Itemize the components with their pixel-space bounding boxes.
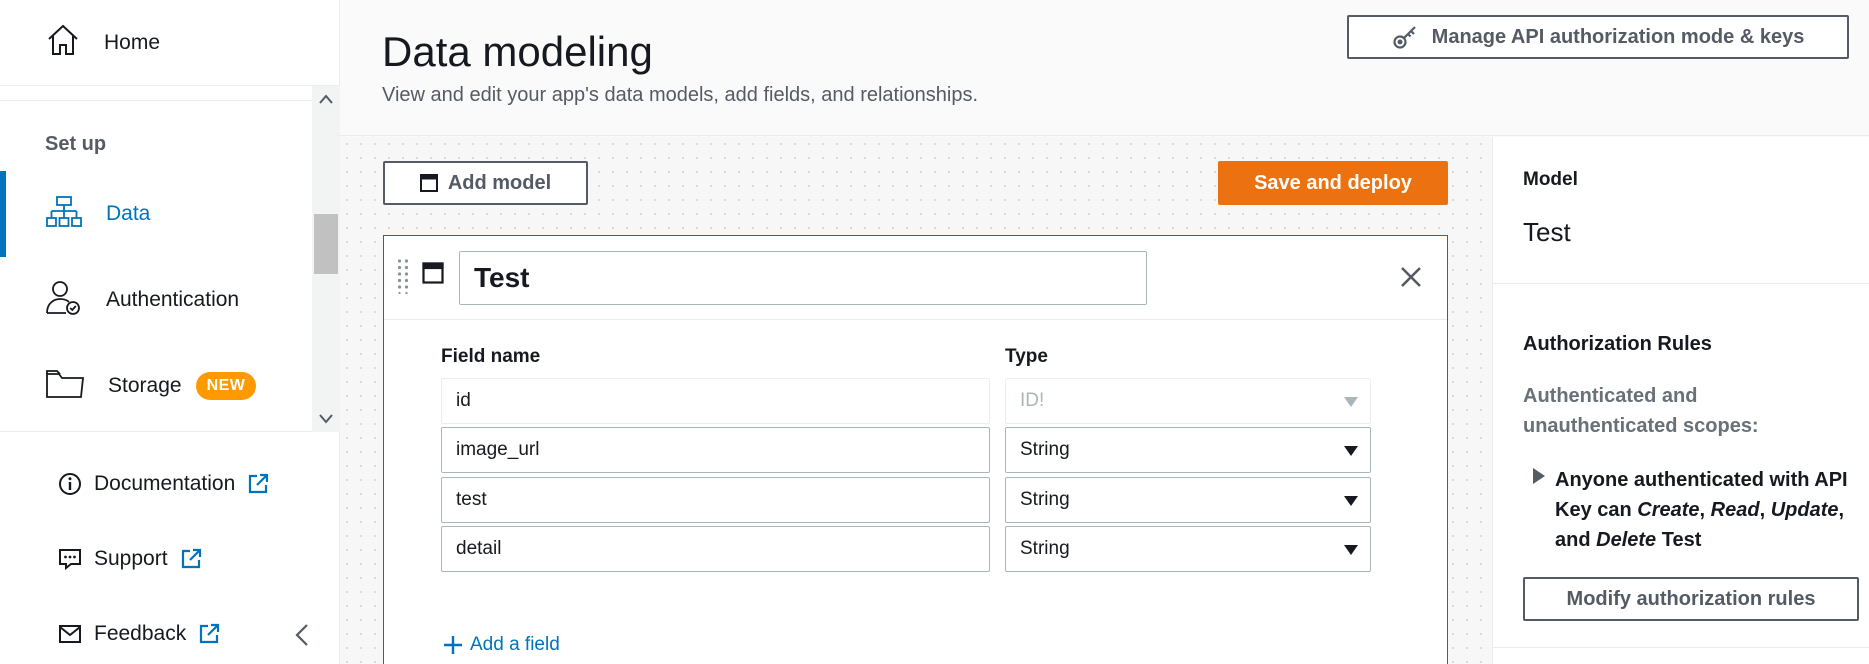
field-name-input[interactable] bbox=[441, 477, 990, 523]
field-type-select[interactable]: String bbox=[1005, 477, 1371, 523]
save-and-deploy-button[interactable]: Save and deploy bbox=[1218, 161, 1448, 205]
support-link[interactable]: Support bbox=[58, 547, 202, 571]
field-row: String bbox=[441, 526, 1381, 572]
caret-down-icon bbox=[1344, 496, 1358, 506]
info-icon bbox=[59, 473, 81, 495]
plus-icon bbox=[444, 636, 462, 654]
sidebar-section-label: Set up bbox=[45, 133, 107, 155]
authorization-rule-item[interactable]: Anyone authenticated with API Key can Cr… bbox=[1533, 465, 1853, 555]
field-row: String bbox=[441, 477, 1381, 523]
field-type-select[interactable]: String bbox=[1005, 427, 1371, 473]
scope-label: Authenticated and unauthenticated scopes… bbox=[1523, 385, 1759, 437]
type-column-header: Type bbox=[1005, 346, 1048, 367]
caret-right-icon bbox=[1533, 468, 1545, 484]
drag-handle-icon[interactable] bbox=[396, 258, 410, 299]
sidebar-item-label: Storage bbox=[108, 374, 182, 397]
model-details-panel: Model Test Authorization Rules Authentic… bbox=[1492, 137, 1869, 664]
field-name-column-header: Field name bbox=[441, 346, 541, 367]
model-card: Field name Type ID! String Strin bbox=[383, 235, 1448, 664]
window-icon bbox=[419, 174, 438, 192]
add-field-label: Add a field bbox=[470, 634, 560, 655]
feedback-label: Feedback bbox=[94, 622, 187, 645]
collapse-sidebar-button[interactable] bbox=[290, 620, 314, 650]
field-name-input[interactable] bbox=[441, 427, 990, 473]
documentation-label: Documentation bbox=[94, 472, 236, 495]
modify-authorization-rules-button[interactable]: Modify authorization rules bbox=[1523, 577, 1859, 621]
sidebar-item-label: Authentication bbox=[106, 288, 240, 311]
mail-icon bbox=[59, 625, 81, 643]
chat-icon bbox=[59, 549, 81, 571]
sidebar-scrollbar[interactable] bbox=[312, 86, 340, 432]
sidebar-item-label: Home bbox=[104, 30, 161, 54]
sidebar-nav: Set up Data Authentication Storage NEW bbox=[0, 100, 312, 420]
field-row: String bbox=[441, 427, 1381, 473]
chevron-up-icon bbox=[319, 94, 333, 104]
page-title: Data modeling bbox=[382, 28, 653, 75]
external-link-icon bbox=[200, 623, 220, 644]
field-type-select: ID! bbox=[1005, 378, 1371, 424]
field-type-select[interactable]: String bbox=[1005, 526, 1371, 572]
sidebar-scroll-area: Set up Data Authentication Storage NEW bbox=[0, 86, 340, 432]
add-model-button[interactable]: Add model bbox=[383, 161, 588, 205]
new-badge: NEW bbox=[195, 372, 257, 400]
model-name-input[interactable] bbox=[459, 251, 1147, 305]
documentation-link[interactable]: Documentation bbox=[58, 472, 269, 496]
field-name-input bbox=[441, 378, 990, 424]
sidebar-item-storage[interactable]: Storage NEW bbox=[0, 343, 312, 429]
chevron-down-icon bbox=[319, 414, 333, 424]
modeling-canvas: Add model Save and deploy Field name Typ… bbox=[340, 137, 1492, 664]
sidebar-item-authentication[interactable]: Authentication bbox=[0, 257, 312, 343]
main-content: Data modeling View and edit your app's d… bbox=[340, 0, 1869, 664]
authorization-rules-heading: Authorization Rules bbox=[1523, 333, 1712, 355]
user-check-icon bbox=[46, 280, 82, 321]
caret-down-icon bbox=[1344, 397, 1358, 407]
sidebar-item-data[interactable]: Data bbox=[0, 171, 312, 257]
caret-down-icon bbox=[1344, 545, 1358, 555]
chevron-left-icon bbox=[295, 624, 308, 646]
scrollbar-thumb[interactable] bbox=[314, 214, 338, 274]
divider bbox=[1493, 283, 1869, 284]
field-name-input[interactable] bbox=[441, 526, 990, 572]
manage-api-auth-label: Manage API authorization mode & keys bbox=[1431, 25, 1805, 48]
key-icon bbox=[1393, 26, 1416, 49]
support-label: Support bbox=[94, 547, 168, 570]
field-type-value: String bbox=[1020, 439, 1070, 460]
add-field-button[interactable]: Add a field bbox=[442, 634, 560, 656]
sidebar: Home Set up Data Authentication Storage … bbox=[0, 0, 340, 664]
external-link-icon bbox=[181, 548, 201, 569]
scroll-down-button[interactable] bbox=[312, 406, 340, 432]
page-header: Data modeling View and edit your app's d… bbox=[340, 0, 1869, 136]
authorization-rule-text: Anyone authenticated with API Key can Cr… bbox=[1555, 469, 1848, 551]
field-type-value: ID! bbox=[1020, 390, 1045, 411]
caret-down-icon bbox=[1344, 446, 1358, 456]
sidebar-item-home[interactable]: Home bbox=[0, 0, 340, 86]
field-type-value: String bbox=[1020, 489, 1070, 510]
field-row: ID! bbox=[441, 378, 1381, 424]
feedback-link[interactable]: Feedback bbox=[58, 622, 220, 646]
sidebar-item-label: Data bbox=[106, 202, 151, 225]
close-icon[interactable] bbox=[1400, 266, 1422, 293]
model-window-icon bbox=[422, 262, 444, 289]
data-model-icon bbox=[46, 195, 82, 234]
home-icon bbox=[46, 23, 80, 62]
manage-api-auth-button[interactable]: Manage API authorization mode & keys bbox=[1347, 15, 1849, 59]
scroll-up-button[interactable] bbox=[312, 86, 340, 112]
divider bbox=[1493, 647, 1869, 648]
page-subtitle: View and edit your app's data models, ad… bbox=[382, 84, 979, 106]
model-card-header bbox=[384, 236, 1447, 320]
field-type-value: String bbox=[1020, 538, 1070, 559]
folder-icon bbox=[46, 369, 84, 404]
external-link-icon bbox=[249, 473, 269, 494]
add-model-label: Add model bbox=[447, 171, 552, 194]
model-value: Test bbox=[1523, 217, 1571, 247]
model-heading: Model bbox=[1523, 169, 1578, 190]
